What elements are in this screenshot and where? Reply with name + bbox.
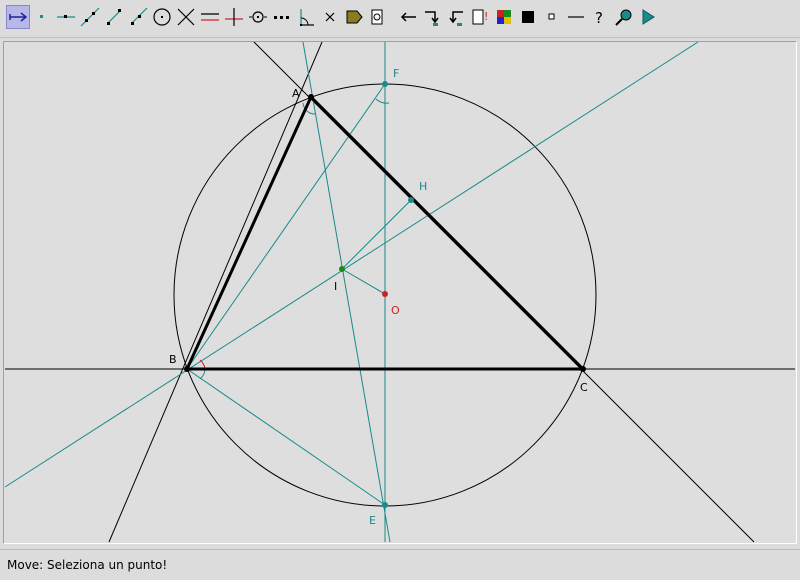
point-a[interactable] [308,94,314,100]
segment-be [186,368,386,506]
point-o[interactable] [382,291,388,297]
point-b[interactable] [184,366,190,372]
point-h[interactable] [408,197,414,203]
undo-tool-icon[interactable] [396,5,420,29]
distance-tool-icon[interactable] [270,5,294,29]
label-e: E [369,514,376,527]
point-style-tool-icon[interactable] [540,5,564,29]
circle-tool-icon[interactable] [150,5,174,29]
ray-tool-icon[interactable] [126,5,150,29]
intersection-tool-icon[interactable] [174,5,198,29]
point-c[interactable] [580,366,586,372]
label-a: A [292,87,300,100]
angle-mark-f [375,98,390,104]
svg-text:?: ? [595,9,603,27]
label-f: F [393,67,399,80]
polygon-fill-tool-icon[interactable] [342,5,366,29]
delete-tool-icon[interactable] [318,5,342,29]
macro-tool-icon[interactable] [366,5,390,29]
segment-ih [341,199,412,270]
fill-black-tool-icon[interactable] [516,5,540,29]
point-tool-icon[interactable] [30,5,54,29]
drawing-canvas[interactable]: A B C F E H I O [3,41,797,544]
construction-figure: A B C F E H I O [4,42,795,543]
line-style-tool-icon[interactable] [564,5,588,29]
label-i: I [334,280,337,293]
status-message: Move: Seleziona un punto! [7,558,168,572]
back-tool-icon[interactable] [444,5,468,29]
info-tool-icon[interactable]: ! [468,5,492,29]
point-on-object-tool-icon[interactable] [54,5,78,29]
segment-tool-icon[interactable] [102,5,126,29]
color-tool-icon[interactable] [492,5,516,29]
play-tool-icon[interactable] [636,5,660,29]
perpendicular-tool-icon[interactable] [222,5,246,29]
point-f[interactable] [382,81,388,87]
line-ab [108,42,323,543]
angle-tool-icon[interactable] [294,5,318,29]
line-tool-icon[interactable] [78,5,102,29]
zoom-tool-icon[interactable] [612,5,636,29]
redo-tool-icon[interactable] [420,5,444,29]
toolbar: ! ? [0,0,800,38]
svg-text:!: ! [484,10,488,23]
label-o: O [391,304,400,317]
label-c: C [580,381,588,394]
move-tool-icon[interactable] [6,5,30,29]
segment-io [341,268,386,295]
help-tool-icon[interactable]: ? [588,5,612,29]
point-i[interactable] [339,266,345,272]
status-bar: Move: Seleziona un punto! [0,549,800,580]
label-h: H [419,180,427,193]
geometry-app-window: ! ? A B C F E H I O Move: Seleziona un p… [0,0,800,580]
point-e[interactable] [382,502,388,508]
parallel-tool-icon[interactable] [198,5,222,29]
bisector-angle-a [302,42,391,543]
midpoint-tool-icon[interactable] [246,5,270,29]
label-b: B [169,353,177,366]
